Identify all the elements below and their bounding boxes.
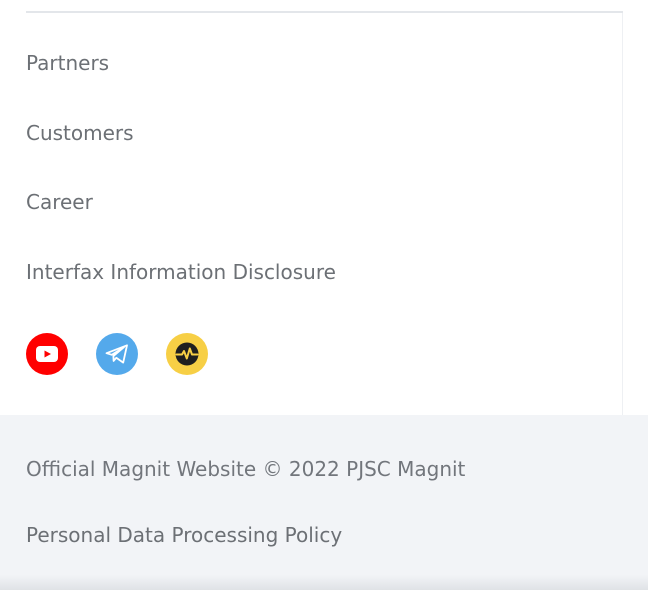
youtube-icon: [36, 346, 58, 362]
telegram-link[interactable]: [96, 333, 138, 375]
footer-bottom-section: Official Magnit Website © 2022 PJSC Magn…: [0, 415, 648, 590]
footer-link-career[interactable]: Career: [26, 189, 93, 215]
footer-link-partners[interactable]: Partners: [26, 50, 109, 76]
pulse-link[interactable]: [166, 333, 208, 375]
pulse-icon: [174, 341, 200, 367]
top-divider: [26, 11, 623, 13]
social-links: [26, 333, 208, 375]
footer-link-interfax-disclosure[interactable]: Interfax Information Disclosure: [26, 259, 336, 285]
telegram-icon: [105, 344, 129, 364]
section-edge: [622, 13, 623, 415]
footer-nav-section: Partners Customers Career Interfax Infor…: [0, 0, 648, 415]
copyright-text: Official Magnit Website © 2022 PJSC Magn…: [26, 457, 466, 481]
youtube-link[interactable]: [26, 333, 68, 375]
footer-link-customers[interactable]: Customers: [26, 120, 134, 146]
personal-data-policy-link[interactable]: Personal Data Processing Policy: [26, 522, 342, 548]
bottom-shadow: [0, 575, 648, 590]
